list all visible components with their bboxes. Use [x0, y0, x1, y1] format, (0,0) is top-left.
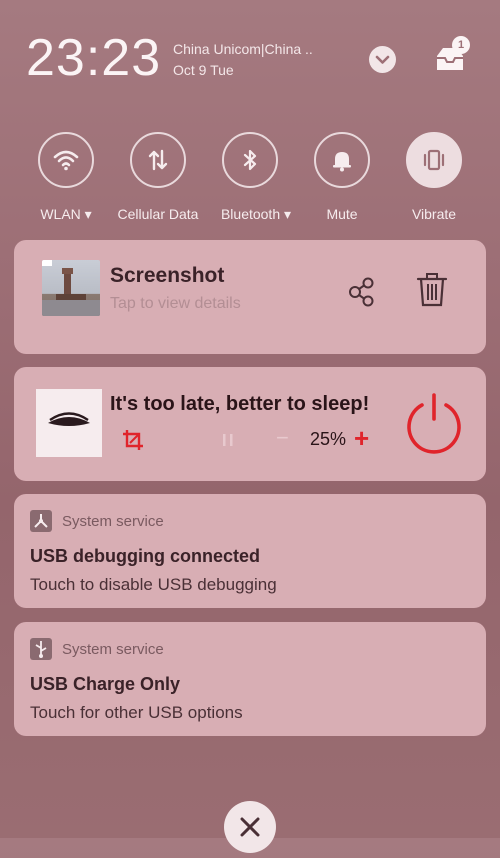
crop-icon: [123, 430, 143, 450]
bluetooth-label: Bluetooth ▾: [220, 206, 292, 222]
pause-button[interactable]: [220, 429, 236, 451]
usb-charge-source: System service: [62, 641, 164, 658]
inbox-count-badge: 1: [452, 36, 470, 54]
bluetooth-toggle[interactable]: [222, 132, 278, 188]
usb-icon: [35, 641, 47, 658]
eye-image: [36, 389, 102, 457]
vibrate-icon: [423, 149, 445, 171]
brightness-increase-button[interactable]: +: [354, 423, 369, 454]
cellular-data-label: Cellular Data: [117, 206, 199, 222]
expand-button[interactable]: [369, 46, 396, 73]
system-service-app-icon: [30, 638, 52, 660]
delete-button[interactable]: [414, 270, 450, 310]
power-icon: [407, 393, 461, 454]
wifi-icon: [53, 150, 79, 171]
cellular-data-icon: [148, 149, 168, 171]
bell-icon: [333, 152, 351, 172]
usb-charge-title: USB Charge Only: [30, 674, 181, 694]
usb-charge-subtitle: Touch for other USB options: [30, 703, 243, 722]
screenshot-title: Screenshot: [110, 264, 225, 287]
close-icon: [240, 817, 260, 837]
screenshot-subtitle: Tap to view details: [110, 295, 241, 312]
usb-charge-notification[interactable]: System service USB Charge Only Touch for…: [14, 622, 486, 736]
clock: 23:23: [26, 29, 162, 87]
cellular-data-toggle[interactable]: [130, 132, 186, 188]
vibrate-label: Vibrate: [411, 206, 457, 222]
sleep-message: It's too late, better to sleep!: [110, 393, 370, 415]
mute-label: Mute: [326, 206, 358, 222]
clear-all-button[interactable]: [224, 801, 276, 853]
usb-debugging-subtitle: Touch to disable USB debugging: [30, 575, 277, 594]
share-icon: [349, 277, 374, 307]
screenshot-notification[interactable]: Screenshot Tap to view details: [14, 240, 486, 354]
date: Oct 9 Tue: [173, 62, 234, 78]
crop-button[interactable]: [122, 429, 144, 451]
system-service-app-icon: [30, 510, 52, 532]
usb-debug-icon: [34, 514, 48, 528]
usb-debugging-title: USB debugging connected: [30, 546, 261, 566]
wlan-toggle[interactable]: [38, 132, 94, 188]
chevron-down-icon: [375, 55, 390, 64]
closed-eye-icon: [48, 412, 90, 426]
brightness-value: 25%: [310, 429, 347, 449]
sleep-reminder-notification[interactable]: It's too late, better to sleep! − 25% +: [14, 367, 486, 481]
share-button[interactable]: [344, 274, 378, 308]
vibrate-toggle[interactable]: [406, 132, 462, 188]
trash-icon: [416, 273, 448, 307]
brightness-decrease-button[interactable]: −: [276, 425, 289, 451]
power-button[interactable]: [402, 389, 466, 455]
usb-debugging-notification[interactable]: System service USB debugging connected T…: [14, 494, 486, 608]
usb-debugging-source: System service: [62, 513, 164, 530]
bluetooth-icon: [243, 149, 257, 171]
wlan-label: WLAN ▾: [40, 206, 92, 222]
carrier-name: China Unicom|China ..: [173, 41, 313, 57]
screenshot-thumbnail: [42, 260, 100, 316]
mute-toggle[interactable]: [314, 132, 370, 188]
pause-icon: [223, 434, 233, 446]
